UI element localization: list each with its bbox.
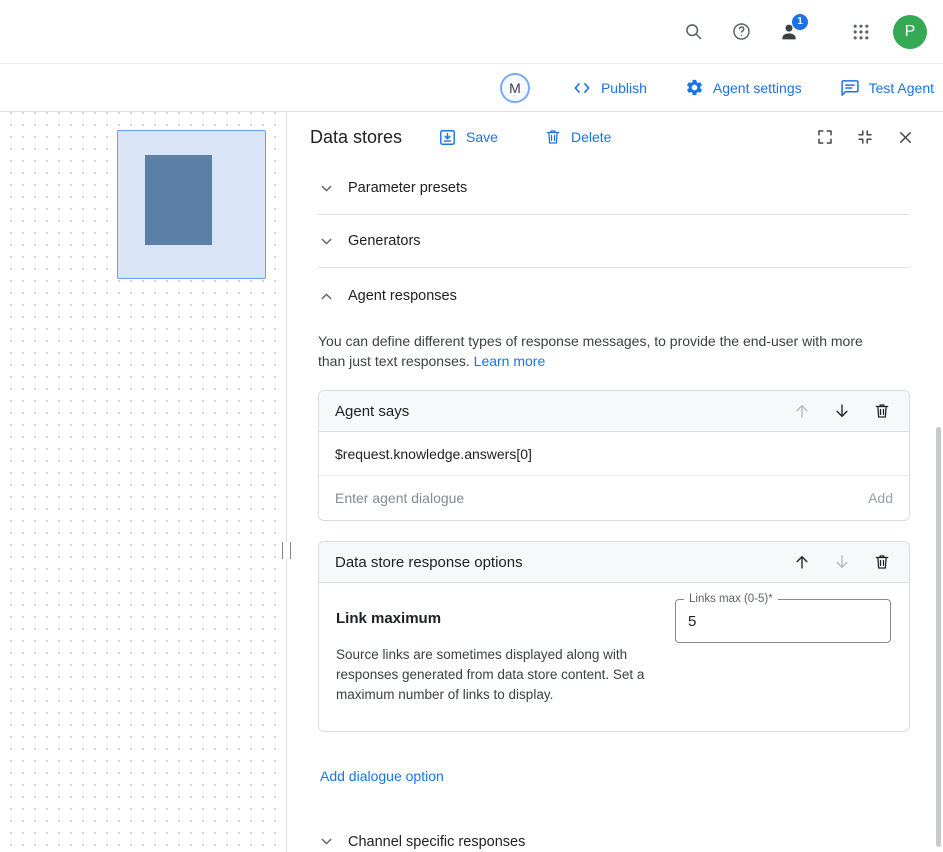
card-title: Agent says bbox=[335, 403, 409, 420]
main-area: Data stores Save Delete bbox=[0, 112, 943, 852]
trash-icon bbox=[873, 402, 891, 420]
apps-grid-button[interactable] bbox=[841, 12, 881, 52]
trash-icon bbox=[544, 128, 562, 146]
data-stores-panel: Data stores Save Delete bbox=[287, 112, 943, 852]
arrow-up-icon bbox=[793, 553, 811, 571]
help-icon bbox=[731, 21, 752, 42]
section-parameter-presets[interactable]: Parameter presets bbox=[318, 162, 910, 215]
move-up-button[interactable] bbox=[785, 545, 819, 579]
arrow-down-icon bbox=[833, 402, 851, 420]
fullscreen-icon bbox=[816, 128, 834, 146]
panel-resize-handle[interactable] bbox=[282, 542, 291, 559]
scrollbar-thumb[interactable] bbox=[936, 427, 941, 847]
panel-body: Parameter presets Generators Agent respo… bbox=[287, 162, 943, 852]
notifications-button[interactable]: 1 bbox=[769, 12, 809, 52]
close-icon bbox=[896, 128, 915, 147]
data-store-card-header: Data store response options bbox=[319, 542, 909, 583]
chevron-up-icon bbox=[318, 288, 335, 305]
agent-toolbar: M Publish Agent settings Test Agent bbox=[0, 64, 943, 112]
move-down-button[interactable] bbox=[825, 545, 859, 579]
agent-settings-label: Agent settings bbox=[713, 80, 802, 96]
topbar: 1 P bbox=[0, 0, 943, 64]
chat-icon bbox=[840, 78, 860, 98]
help-button[interactable] bbox=[721, 12, 761, 52]
test-agent-button[interactable]: Test Agent bbox=[840, 78, 934, 98]
close-panel-button[interactable] bbox=[887, 119, 923, 155]
arrow-down-icon bbox=[833, 553, 851, 571]
publish-button[interactable]: Publish bbox=[572, 78, 647, 98]
agent-responses-description: You can define different types of respon… bbox=[318, 331, 890, 371]
section-generators[interactable]: Generators bbox=[318, 215, 910, 268]
apps-grid-icon bbox=[851, 22, 871, 42]
exit-fullscreen-button[interactable] bbox=[847, 119, 883, 155]
section-label: Generators bbox=[348, 233, 421, 249]
agent-says-card: Agent says bbox=[318, 390, 910, 521]
panel-header: Data stores Save Delete bbox=[287, 112, 943, 162]
chevron-down-icon bbox=[318, 833, 335, 850]
delete-label: Delete bbox=[571, 129, 611, 145]
link-maximum-title: Link maximum bbox=[336, 610, 645, 627]
section-label: Parameter presets bbox=[348, 180, 467, 196]
flow-version-avatar[interactable]: M bbox=[500, 73, 530, 103]
chevron-down-icon bbox=[318, 180, 335, 197]
save-icon bbox=[438, 128, 457, 147]
add-button[interactable]: Add bbox=[868, 490, 893, 506]
move-up-button[interactable] bbox=[785, 394, 819, 428]
agent-says-card-header: Agent says bbox=[319, 391, 909, 432]
flow-canvas[interactable] bbox=[0, 112, 287, 852]
delete-button[interactable]: Delete bbox=[544, 128, 611, 146]
agent-dialogue-input-row: Add bbox=[319, 476, 909, 520]
card-title: Data store response options bbox=[335, 554, 523, 571]
section-label: Agent responses bbox=[348, 288, 457, 304]
agent-says-entry[interactable]: $request.knowledge.answers[0] bbox=[319, 432, 909, 476]
link-maximum-description: Source links are sometimes displayed alo… bbox=[336, 645, 645, 705]
user-avatar[interactable]: P bbox=[893, 15, 927, 49]
search-icon bbox=[683, 21, 704, 42]
learn-more-link[interactable]: Learn more bbox=[474, 353, 546, 369]
test-agent-label: Test Agent bbox=[869, 80, 934, 96]
panel-title: Data stores bbox=[310, 127, 402, 148]
save-label: Save bbox=[466, 129, 498, 145]
agent-dialogue-input[interactable] bbox=[335, 490, 856, 506]
move-down-button[interactable] bbox=[825, 394, 859, 428]
link-maximum-section: Link maximum Source links are sometimes … bbox=[336, 596, 675, 705]
delete-card-button[interactable] bbox=[865, 545, 899, 579]
links-max-input[interactable] bbox=[675, 599, 891, 643]
section-agent-responses[interactable]: Agent responses bbox=[318, 268, 910, 324]
flow-node[interactable] bbox=[117, 130, 266, 279]
links-max-field: Links max (0-5)* bbox=[675, 599, 891, 643]
chevron-down-icon bbox=[318, 233, 335, 250]
trash-icon bbox=[873, 553, 891, 571]
flow-node-preview bbox=[145, 155, 212, 245]
data-store-card-body: Link maximum Source links are sometimes … bbox=[319, 583, 909, 731]
section-label: Channel specific responses bbox=[348, 834, 525, 850]
links-max-field-label: Links max (0-5)* bbox=[684, 593, 778, 605]
search-button[interactable] bbox=[673, 12, 713, 52]
data-store-options-card: Data store response options bbox=[318, 541, 910, 732]
gear-icon bbox=[685, 78, 704, 97]
app-window: 1 P M Publish Agent settings Tes bbox=[0, 0, 943, 852]
description-text: You can define different types of respon… bbox=[318, 333, 863, 369]
card-actions bbox=[779, 545, 899, 579]
save-button[interactable]: Save bbox=[438, 128, 498, 147]
code-icon bbox=[572, 78, 592, 98]
arrow-up-icon bbox=[793, 402, 811, 420]
section-channel-specific-responses[interactable]: Channel specific responses bbox=[318, 814, 910, 852]
agent-settings-button[interactable]: Agent settings bbox=[685, 78, 802, 97]
add-dialogue-option-link[interactable]: Add dialogue option bbox=[320, 768, 444, 784]
notification-badge: 1 bbox=[792, 14, 808, 30]
delete-card-button[interactable] bbox=[865, 394, 899, 428]
publish-label: Publish bbox=[601, 80, 647, 96]
fullscreen-exit-icon bbox=[856, 128, 874, 146]
fullscreen-button[interactable] bbox=[807, 119, 843, 155]
card-actions bbox=[779, 394, 899, 428]
